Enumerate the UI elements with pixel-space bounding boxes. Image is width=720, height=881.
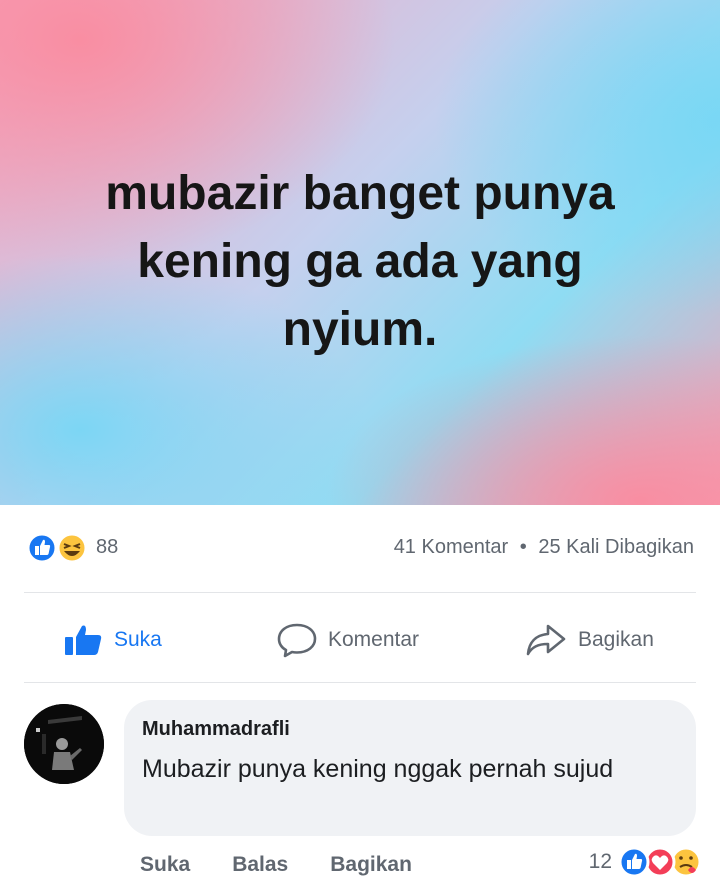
post-reaction-count[interactable]: 88 — [96, 536, 118, 559]
divider — [24, 682, 696, 683]
comment-count-link[interactable]: 41 Komentar — [394, 536, 509, 558]
share-button-label: Bagikan — [578, 628, 654, 651]
avatar-photo — [24, 704, 104, 784]
share-arrow-icon — [526, 624, 566, 656]
post-text: mubazir banget punya kening ga ada yang … — [40, 160, 680, 364]
comment-item: Muhammadrafli Mubazir punya kening nggak… — [0, 690, 720, 881]
comment-actions: Suka Balas Bagikan — [140, 850, 454, 880]
post-text-line: nyium. — [282, 303, 438, 356]
post-action-bar: Suka Komentar Bagikan — [0, 612, 720, 666]
avatar[interactable] — [24, 704, 104, 784]
share-count-link[interactable]: 25 Kali Dibagikan — [538, 536, 694, 558]
divider — [24, 592, 696, 593]
comment-button[interactable]: Komentar — [276, 620, 419, 660]
comment-bubble-icon — [277, 623, 317, 658]
comment-button-label: Komentar — [328, 628, 420, 651]
stats-separator: • — [519, 536, 527, 558]
comment-reply-button[interactable]: Balas — [232, 853, 288, 877]
share-button[interactable]: Bagikan — [524, 620, 654, 660]
post-banner: mubazir banget punya kening ga ada yang … — [0, 0, 720, 505]
comment-reaction-summary[interactable]: 12 — [589, 844, 704, 880]
post-text-line: mubazir banget punya — [105, 167, 615, 220]
love-icon — [644, 846, 676, 878]
comment-share-button[interactable]: Bagikan — [330, 853, 412, 877]
thumbs-up-icon — [65, 625, 102, 655]
post-reaction-summary[interactable] — [26, 532, 92, 564]
care-icon — [670, 846, 702, 878]
comment-author[interactable]: Muhammadrafli — [142, 718, 290, 741]
like-button-label: Suka — [114, 628, 162, 651]
comment-bubble: Muhammadrafli Mubazir punya kening nggak… — [124, 700, 696, 836]
like-icon — [618, 846, 650, 878]
like-button[interactable]: Suka — [62, 620, 162, 660]
post-text-line: kening ga ada yang — [137, 235, 583, 288]
like-icon — [26, 532, 58, 564]
comment-reaction-count: 12 — [588, 850, 612, 873]
haha-icon — [56, 532, 88, 564]
post-stats-row: 88 41 Komentar • 25 Kali Dibagikan — [0, 528, 720, 568]
post-comment-share-stats: 41 Komentar • 25 Kali Dibagikan — [394, 536, 694, 559]
comment-text: Mubazir punya kening nggak pernah sujud — [142, 755, 614, 783]
comment-like-button[interactable]: Suka — [140, 853, 190, 877]
